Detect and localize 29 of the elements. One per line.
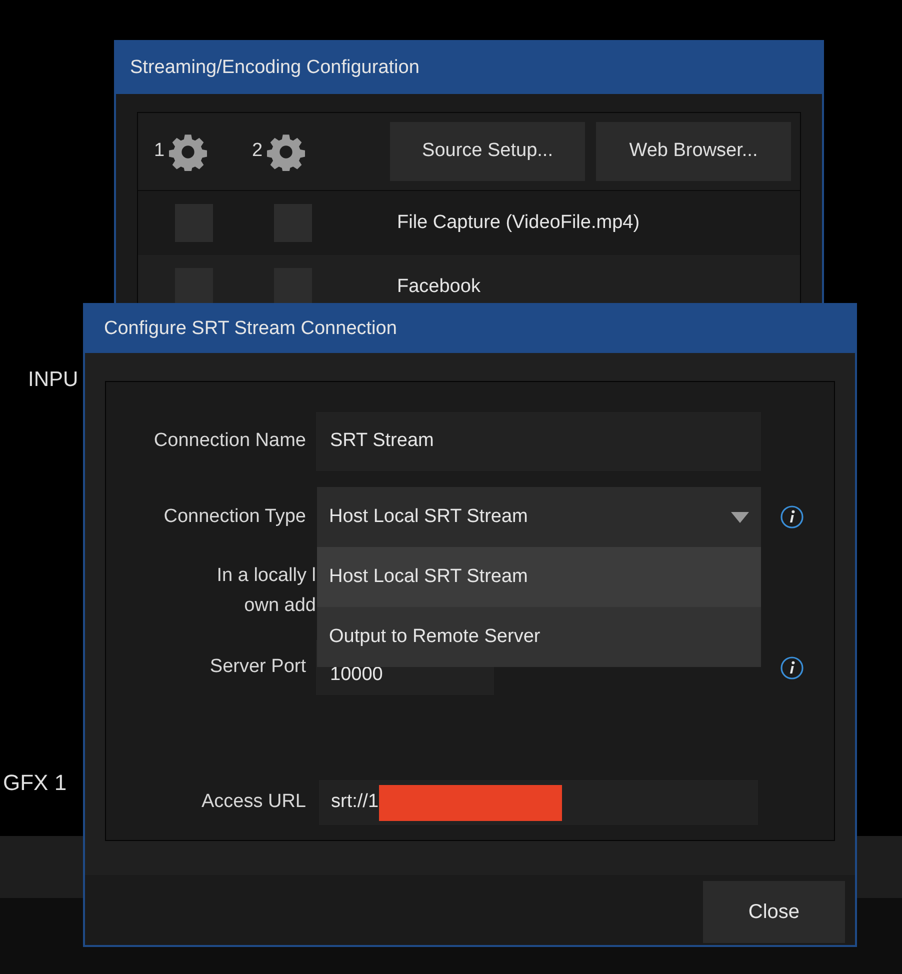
column-number: 1 bbox=[154, 139, 165, 164]
input-label: INPU bbox=[28, 367, 78, 393]
gear-icon[interactable] bbox=[168, 132, 207, 170]
dropdown-caret-icon bbox=[731, 512, 749, 522]
output-name: File Capture (VideoFile.mp4) bbox=[397, 210, 640, 235]
gfx-label: GFX 1 bbox=[3, 769, 67, 797]
toolbar-button[interactable]: Web Browser... bbox=[596, 122, 791, 181]
checkbox[interactable] bbox=[175, 268, 213, 306]
field-label: Access URL bbox=[200, 790, 306, 814]
connection-type-dropdown[interactable]: Host Local SRT Stream bbox=[317, 487, 761, 547]
field-label: Server Port bbox=[208, 655, 306, 680]
close-button[interactable]: Close bbox=[703, 881, 845, 943]
dialog-title: Configure SRT Stream Connection bbox=[104, 316, 397, 341]
field-label: Connection Type bbox=[162, 504, 306, 529]
checkbox[interactable] bbox=[274, 268, 312, 306]
window-title: Streaming/Encoding Configuration bbox=[130, 56, 420, 80]
info-icon[interactable] bbox=[780, 505, 804, 529]
output-name: Facebook bbox=[397, 274, 480, 299]
info-icon[interactable] bbox=[780, 656, 804, 680]
url-text: srt://1 bbox=[331, 790, 379, 814]
connection-name-field[interactable]: SRT Stream bbox=[316, 412, 761, 471]
dropdown-option[interactable]: Host Local SRT Stream bbox=[317, 547, 761, 607]
toolbar-button[interactable]: Source Setup... bbox=[390, 122, 585, 181]
column-number: 2 bbox=[252, 139, 263, 164]
hint-text: own add bbox=[244, 594, 316, 618]
field-label: Connection Name bbox=[152, 429, 306, 454]
hint-text: In a locally l bbox=[216, 564, 316, 588]
gear-icon[interactable] bbox=[266, 132, 305, 170]
access-url-field[interactable]: srt://1 bbox=[319, 780, 758, 825]
